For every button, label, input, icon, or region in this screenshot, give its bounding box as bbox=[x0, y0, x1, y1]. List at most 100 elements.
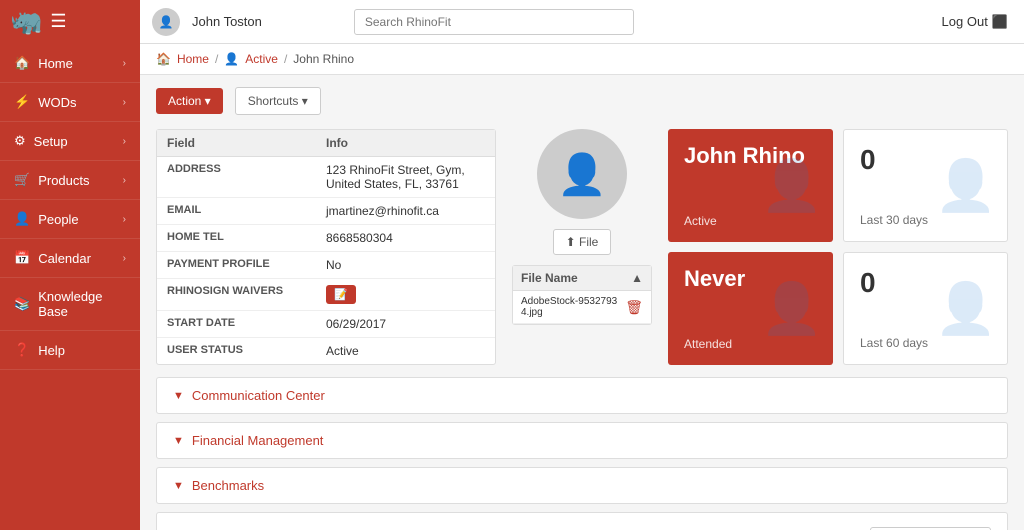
shortcuts-label: Shortcuts ▾ bbox=[248, 94, 308, 108]
breadcrumb-active-icon: 👤 bbox=[224, 52, 239, 66]
value-userstatus: Active bbox=[326, 344, 485, 358]
sidebar-label-people: People bbox=[38, 212, 78, 227]
chevron-icon: › bbox=[123, 214, 126, 225]
financial-section: ▼ Financial Management bbox=[156, 422, 1008, 459]
action-label: Action ▾ bbox=[168, 94, 211, 108]
stat-last30-label: Last 30 days bbox=[860, 213, 991, 227]
table-row: USER STATUS Active bbox=[157, 338, 495, 364]
financial-header[interactable]: ▼ Financial Management bbox=[157, 423, 1007, 458]
file-name-header: File Name bbox=[521, 271, 578, 285]
stat-bg-icon: 👤 bbox=[935, 279, 997, 338]
info-header: Info bbox=[326, 136, 485, 150]
label-waivers: RhinoSign Waivers bbox=[167, 285, 326, 304]
wods-icon: ⚡ bbox=[14, 94, 30, 110]
chevron-icon: › bbox=[123, 136, 126, 147]
breadcrumb-current: John Rhino bbox=[293, 52, 354, 66]
logout-label: Log Out bbox=[942, 14, 988, 29]
communication-label: Communication Center bbox=[192, 388, 325, 403]
logo: 🦏 ☰ bbox=[0, 0, 140, 44]
financial-label: Financial Management bbox=[192, 433, 324, 448]
label-hometel: HOME TEL bbox=[167, 231, 326, 245]
sidebar-item-wods[interactable]: ⚡ WODs › bbox=[0, 83, 140, 122]
sidebar-item-people[interactable]: 👤 People › bbox=[0, 200, 140, 239]
logo-icon: 🦏 bbox=[10, 6, 42, 37]
benchmarks-collapse-label: Benchmarks bbox=[192, 478, 264, 493]
info-table: Field Info ADDRESS 123 RhinoFit Street, … bbox=[156, 129, 496, 365]
name-stat-card: John Rhino Active 👤 bbox=[668, 129, 833, 242]
breadcrumb-home[interactable]: Home bbox=[177, 52, 209, 66]
action-button[interactable]: Action ▾ bbox=[156, 88, 223, 114]
main-content: 🏠 Home / 👤 Active / John Rhino Action ▾ … bbox=[140, 44, 1024, 530]
value-email: jmartinez@rhinofit.ca bbox=[326, 204, 485, 218]
field-header: Field bbox=[167, 136, 326, 150]
shortcuts-button[interactable]: Shortcuts ▾ bbox=[235, 87, 321, 115]
benchmarks-collapse-section: ▼ Benchmarks bbox=[156, 467, 1008, 504]
label-payment: PAYMENT PROFILE bbox=[167, 258, 326, 272]
table-row: PAYMENT PROFILE No bbox=[157, 252, 495, 279]
chevron-down-icon: ▼ bbox=[173, 390, 184, 402]
stat-last60-label: Last 60 days bbox=[860, 336, 991, 350]
value-payment: No bbox=[326, 258, 485, 272]
breadcrumb-active[interactable]: Active bbox=[245, 52, 278, 66]
file-table-header: File Name ▲ bbox=[513, 266, 651, 291]
sidebar-label-setup: Setup bbox=[34, 134, 68, 149]
breadcrumb-home-icon: 🏠 bbox=[156, 52, 171, 66]
hamburger-icon[interactable]: ☰ bbox=[50, 11, 66, 32]
chevron-icon: › bbox=[123, 58, 126, 69]
sidebar-label-products: Products bbox=[38, 173, 89, 188]
table-header: Field Info bbox=[157, 130, 495, 157]
sidebar-item-home[interactable]: 🏠 Home › bbox=[0, 44, 140, 83]
profile-grid: Field Info ADDRESS 123 RhinoFit Street, … bbox=[156, 129, 1008, 365]
logout-button[interactable]: Log Out ⬛ bbox=[942, 14, 1008, 30]
last30-stat-card: 0 Last 30 days 👤 bbox=[843, 129, 1008, 242]
avatar: 👤 bbox=[537, 129, 627, 219]
value-hometel: 8668580304 bbox=[326, 231, 485, 245]
chevron-down-icon: ▼ bbox=[173, 480, 184, 492]
sidebar-label-calendar: Calendar bbox=[38, 251, 91, 266]
logout-icon: ⬛ bbox=[992, 14, 1008, 30]
home-icon: 🏠 bbox=[14, 55, 30, 71]
sidebar-item-setup[interactable]: ⚙ Setup › bbox=[0, 122, 140, 161]
setup-icon: ⚙ bbox=[14, 133, 26, 149]
layout: 🏠 Home › ⚡ WODs › ⚙ Setup › 🛒 Products bbox=[0, 44, 1024, 530]
file-delete-button[interactable]: 🗑 bbox=[625, 299, 643, 316]
table-row: RhinoSign Waivers 📝 bbox=[157, 279, 495, 311]
waivers-btn[interactable]: 📝 bbox=[326, 285, 356, 304]
sidebar-item-knowledge-base[interactable]: 📚 Knowledge Base bbox=[0, 278, 140, 331]
communication-section: ▼ Communication Center bbox=[156, 377, 1008, 414]
table-row: EMAIL jmartinez@rhinofit.ca bbox=[157, 198, 495, 225]
file-table: File Name ▲ AdobeStock-95327934.jpg 🗑 bbox=[512, 265, 652, 325]
action-row: Action ▾ Shortcuts ▾ bbox=[156, 87, 1008, 115]
table-row: START DATE 06/29/2017 bbox=[157, 311, 495, 338]
file-upload-button[interactable]: ⬆ File bbox=[553, 229, 612, 255]
chevron-down-icon: ▼ bbox=[173, 435, 184, 447]
breadcrumb: 🏠 Home / 👤 Active / John Rhino bbox=[140, 44, 1024, 75]
knowledge-icon: 📚 bbox=[14, 296, 30, 312]
avatar: 👤 bbox=[152, 8, 180, 36]
attended-stat-card: Never Attended 👤 bbox=[668, 252, 833, 365]
stat-cards: John Rhino Active 👤 0 Last 30 days 👤 Nev… bbox=[668, 129, 1008, 365]
communication-header[interactable]: ▼ Communication Center bbox=[157, 378, 1007, 413]
profile-center: 👤 ⬆ File File Name ▲ AdobeStock-95327934… bbox=[512, 129, 652, 365]
value-waivers: 📝 bbox=[326, 285, 485, 304]
top-nav: 🦏 ☰ 👤 John Toston Log Out ⬛ bbox=[0, 0, 1024, 44]
file-row: AdobeStock-95327934.jpg 🗑 bbox=[513, 291, 651, 324]
sidebar-label-kb: Knowledge Base bbox=[38, 289, 126, 319]
sidebar-item-help[interactable]: ❓ Help bbox=[0, 331, 140, 370]
stat-bg-icon: 👤 bbox=[761, 279, 823, 338]
benchmarks-collapse-header[interactable]: ▼ Benchmarks bbox=[157, 468, 1007, 503]
top-user-name: John Toston bbox=[192, 14, 262, 29]
value-address: 123 RhinoFit Street, Gym, United States,… bbox=[326, 163, 485, 191]
sort-icon: ▲ bbox=[631, 271, 643, 285]
sidebar-label-home: Home bbox=[38, 56, 73, 71]
label-startdate: START DATE bbox=[167, 317, 326, 331]
last60-stat-card: 0 Last 60 days 👤 bbox=[843, 252, 1008, 365]
file-upload-label: ⬆ File bbox=[566, 235, 599, 249]
sidebar-item-calendar[interactable]: 📅 Calendar › bbox=[0, 239, 140, 278]
stat-bg-icon: 👤 bbox=[935, 156, 997, 215]
table-row: HOME TEL 8668580304 bbox=[157, 225, 495, 252]
search-input[interactable] bbox=[354, 9, 634, 35]
label-email: EMAIL bbox=[167, 204, 326, 218]
chevron-icon: › bbox=[123, 175, 126, 186]
sidebar-item-products[interactable]: 🛒 Products › bbox=[0, 161, 140, 200]
